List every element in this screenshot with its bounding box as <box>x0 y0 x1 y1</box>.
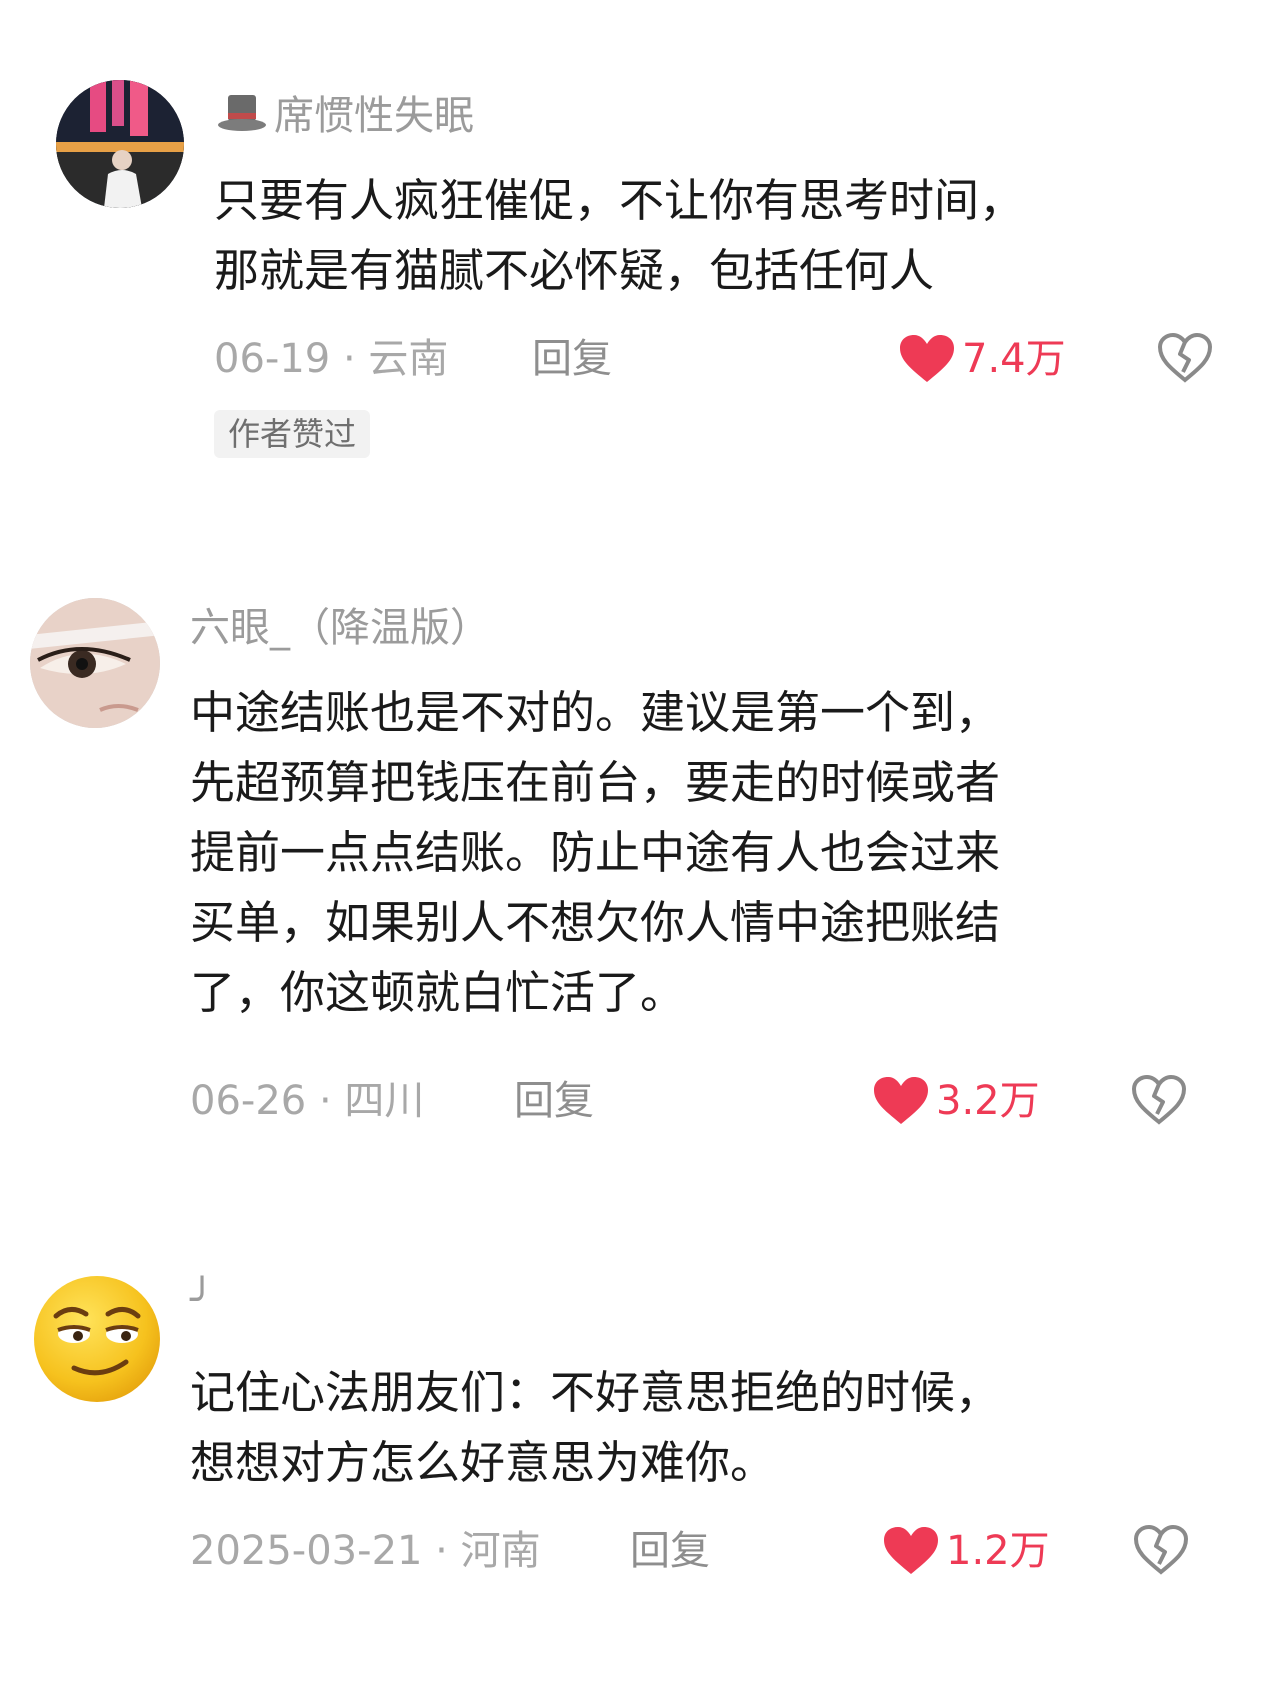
like-count: 3.2万 <box>936 1078 1040 1124</box>
heart-icon <box>884 1527 938 1574</box>
broken-heart-icon[interactable] <box>1130 1074 1188 1126</box>
heart-icon <box>900 335 954 382</box>
avatar-photo <box>56 80 184 208</box>
reply-button[interactable]: 回复 <box>514 1076 594 1126</box>
reply-button[interactable]: 回复 <box>532 334 612 384</box>
date-location: 06-26 · 四川 <box>190 1078 425 1124</box>
avatar[interactable] <box>32 1274 162 1404</box>
relieved-emoji-avatar <box>34 1276 160 1402</box>
avatar-photo <box>30 598 160 728</box>
broken-heart-icon[interactable] <box>1132 1524 1190 1576</box>
like-button[interactable]: 1.2万 <box>882 1526 1050 1576</box>
username[interactable]: ╯ <box>190 1276 214 1324</box>
comment-text: 记住心法朋友们：不好意思拒绝的时候， 想想对方怎么好意思为难你。 <box>190 1366 1001 1489</box>
like-count: 7.4万 <box>962 336 1066 382</box>
username-text: 席惯性失眠 <box>274 93 474 139</box>
date-location: 06-19 · 云南 <box>214 336 449 382</box>
author-liked-badge: 作者赞过 <box>214 410 371 458</box>
username[interactable]: 席惯性失眠 <box>216 92 474 144</box>
like-count: 1.2万 <box>946 1528 1050 1574</box>
broken-heart-icon[interactable] <box>1156 332 1214 384</box>
like-button[interactable]: 7.4万 <box>898 334 1066 384</box>
top-hat-icon <box>216 93 268 144</box>
heart-icon <box>874 1077 928 1124</box>
date-location: 2025-03-21 · 河南 <box>190 1528 541 1574</box>
comment-text: 中途结账也是不对的。建议是第一个到， 先超预算把钱压在前台，要走的时候或者 提前… <box>190 686 1001 1019</box>
avatar[interactable] <box>30 598 160 728</box>
reply-button[interactable]: 回复 <box>630 1526 710 1576</box>
comment-text: 只要有人疯狂催促，不让你有思考时间， 那就是有猫腻不必怀疑，包括任何人 <box>214 174 1025 297</box>
username[interactable]: 六眼_（降温版） <box>190 604 490 652</box>
comment-list: 席惯性失眠 只要有人疯狂催促，不让你有思考时间， 那就是有猫腻不必怀疑，包括任何… <box>0 0 1280 1706</box>
like-button[interactable]: 3.2万 <box>872 1076 1040 1126</box>
avatar[interactable] <box>56 80 184 208</box>
